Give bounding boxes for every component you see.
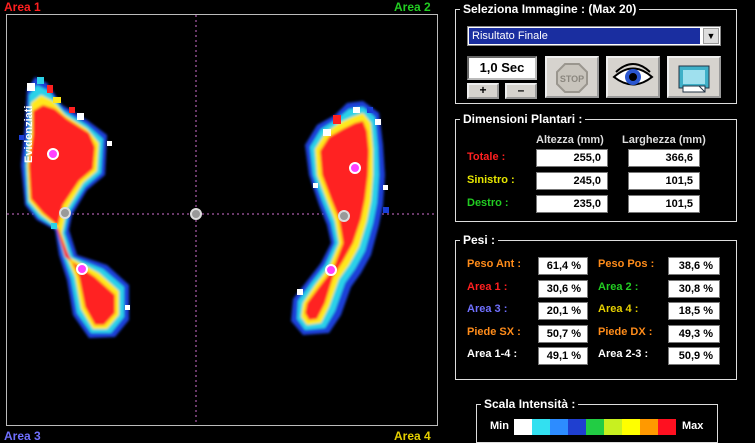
col-larghezza-header: Larghezza (mm) [622, 134, 706, 146]
pesi-label-left: Area 1-4 : [467, 348, 518, 360]
pesi-value-left: 61,4 % [538, 257, 588, 275]
intensity-scale-bar [514, 419, 676, 435]
eye-icon [612, 63, 654, 86]
film-export-button[interactable] [667, 56, 721, 98]
pesi-label-right: Area 4 : [598, 303, 639, 315]
global-center-marker[interactable] [190, 208, 202, 220]
scale-swatch [586, 419, 604, 435]
right-heel-marker[interactable] [325, 264, 337, 276]
pesi-value-right: 50,9 % [668, 347, 720, 365]
larghezza-value: 101,5 [628, 172, 700, 190]
view-button[interactable] [606, 56, 660, 98]
altezza-value: 255,0 [536, 149, 608, 167]
scala-legend: Scala Intensità : [484, 397, 576, 411]
col-altezza-header: Altezza (mm) [536, 134, 604, 146]
dim-row-label: Totale : [467, 151, 506, 163]
scala-min-label: Min [490, 420, 509, 432]
chevron-down-icon[interactable]: ▼ [703, 28, 719, 44]
left-forefoot-marker[interactable] [47, 148, 59, 160]
pesi-label-left: Area 3 : [467, 303, 508, 315]
pesi-value-left: 50,7 % [538, 324, 588, 343]
dim-row-label: Sinistro : [467, 174, 515, 186]
pressure-map-svg [7, 15, 437, 425]
pesi-value-right: 38,6 % [668, 257, 720, 275]
seleziona-immagine-legend: Seleziona Immagine : (Max 20) [463, 2, 637, 16]
pesi-value-left: 30,6 % [538, 279, 588, 298]
scala-max-label: Max [682, 420, 704, 432]
scale-swatch [640, 419, 658, 435]
scale-swatch [532, 419, 550, 435]
altezza-value: 245,0 [536, 172, 608, 190]
pressure-map-canvas[interactable]: Evidenziati [6, 14, 438, 426]
pesi-label-left: Peso Ant : [467, 258, 521, 270]
altezza-value: 235,0 [536, 195, 608, 213]
decrease-button[interactable]: – [505, 83, 537, 99]
scale-swatch [514, 419, 532, 435]
scale-swatch [568, 419, 586, 435]
area-1-label: Area 1 [4, 0, 41, 14]
scale-swatch [622, 419, 640, 435]
left-foot-map [19, 77, 130, 338]
pesi-value-right: 18,5 % [668, 302, 720, 320]
stop-button[interactable]: STOP [545, 56, 599, 98]
pesi-value-left: 20,1 % [538, 302, 588, 320]
pesi-value-left: 49,1 % [538, 347, 588, 365]
larghezza-value: 366,6 [628, 149, 700, 167]
image-select-value: Risultato Finale [469, 28, 700, 44]
increase-button[interactable]: + [467, 83, 499, 99]
image-select-dropdown[interactable]: Risultato Finale ▼ [467, 26, 721, 46]
pesi-label-left: Area 1 : [467, 280, 508, 293]
right-forefoot-marker[interactable] [349, 162, 361, 174]
dim-row-label: Destro : [467, 197, 509, 209]
dimensioni-legend: Dimensioni Plantari : [463, 112, 583, 126]
evidenziati-vertical-label: Evidenziati [23, 105, 35, 163]
area-2-label: Area 2 [394, 0, 431, 14]
left-center-marker[interactable] [59, 207, 71, 219]
pesi-label-right: Peso Pos : [598, 258, 655, 270]
pesi-label-left: Piede SX : [467, 325, 521, 338]
timer-field[interactable]: 1,0 Sec [467, 56, 537, 80]
svg-text:STOP: STOP [560, 74, 584, 84]
film-icon [678, 65, 710, 93]
larghezza-value: 101,5 [628, 195, 700, 213]
pesi-label-right: Area 2 : [598, 280, 639, 293]
right-center-marker[interactable] [338, 210, 350, 222]
pesi-value-right: 30,8 % [668, 279, 720, 298]
pesi-label-right: Piede DX : [598, 325, 653, 338]
scale-swatch [604, 419, 622, 435]
pesi-value-right: 49,3 % [668, 324, 720, 343]
scale-swatch [658, 419, 676, 435]
scale-swatch [550, 419, 568, 435]
pesi-legend: Pesi : [463, 233, 496, 247]
left-heel-marker[interactable] [76, 263, 88, 275]
stop-icon: STOP [556, 63, 588, 93]
pesi-label-right: Area 2-3 : [598, 348, 649, 360]
